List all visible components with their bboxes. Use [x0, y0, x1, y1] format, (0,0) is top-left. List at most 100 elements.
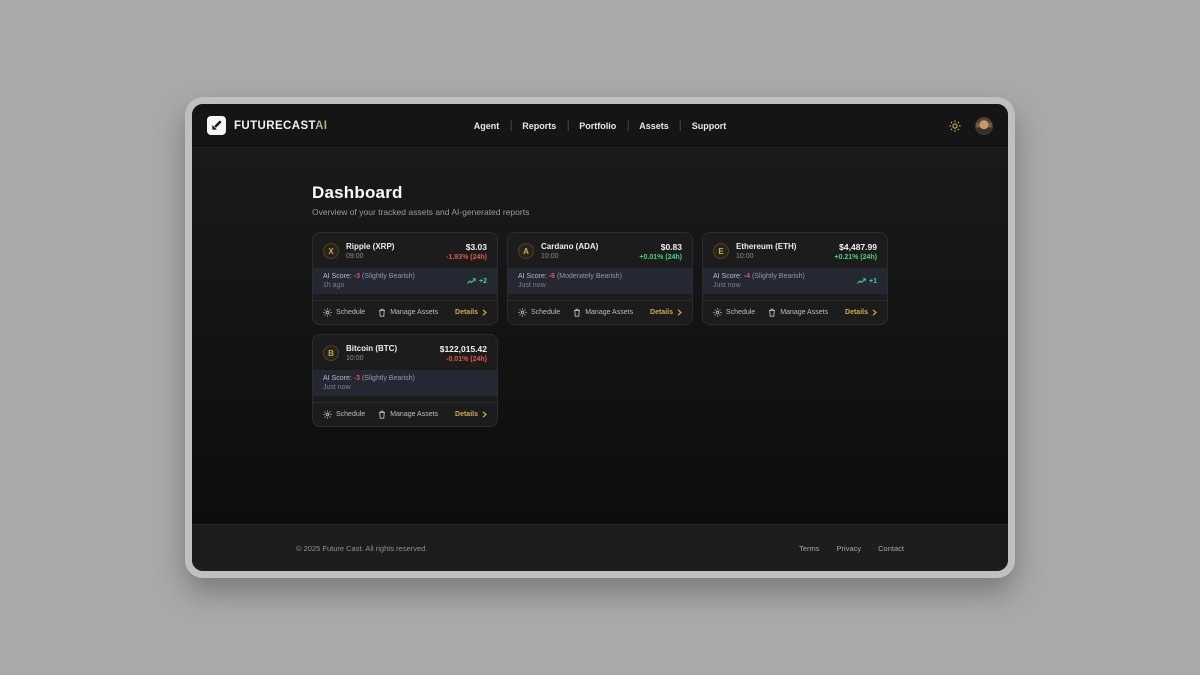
- chevron-right-icon: [482, 309, 487, 316]
- asset-time: 10:00: [346, 355, 397, 362]
- brand[interactable]: FUTURECASTAI: [207, 116, 327, 135]
- asset-card-ripple: X Ripple (XRP) 09:00 $3.03 -1.93% (24h) …: [312, 232, 498, 325]
- user-avatar[interactable]: [975, 117, 993, 135]
- trend-up-icon: [857, 278, 866, 285]
- schedule-button[interactable]: Schedule: [518, 308, 560, 317]
- asset-avatar: A: [518, 243, 534, 259]
- nav-item-agent[interactable]: Agent: [474, 121, 500, 131]
- asset-price: $3.03: [446, 242, 487, 252]
- nav-item-assets[interactable]: Assets: [639, 121, 669, 131]
- nav-item-reports[interactable]: Reports: [522, 121, 556, 131]
- asset-avatar: X: [323, 243, 339, 259]
- asset-avatar: B: [323, 345, 339, 361]
- ai-score-value: -3: [354, 375, 360, 382]
- nav-item-support[interactable]: Support: [692, 121, 727, 131]
- updated-time: 1h ago: [323, 282, 415, 289]
- details-button[interactable]: Details: [455, 411, 487, 418]
- footer-links: Terms Privacy Contact: [799, 544, 904, 553]
- header-right: [947, 117, 993, 135]
- manage-assets-button[interactable]: Manage Assets: [768, 308, 828, 317]
- asset-change: -1.93% (24h): [446, 254, 487, 261]
- manage-assets-button[interactable]: Manage Assets: [378, 308, 438, 317]
- footer-link-terms[interactable]: Terms: [799, 544, 819, 553]
- ai-score-value: -6: [549, 273, 555, 280]
- asset-time: 10:00: [541, 253, 598, 260]
- schedule-button[interactable]: Schedule: [713, 308, 755, 317]
- ai-score-label: AI Score:: [713, 273, 742, 280]
- nav-item-portfolio[interactable]: Portfolio: [579, 121, 616, 131]
- main-content: Dashboard Overview of your tracked asset…: [192, 148, 1008, 524]
- page-subtitle: Overview of your tracked assets and AI-g…: [312, 207, 888, 217]
- nav-separator: [627, 120, 628, 131]
- asset-avatar: E: [713, 243, 729, 259]
- gear-icon: [323, 308, 332, 317]
- ai-sentiment: (Slightly Bearish): [752, 273, 805, 280]
- ai-score-strip: AI Score: -3 (Slightly Bearish) 1h ago +…: [313, 268, 497, 294]
- ai-score-label: AI Score:: [518, 273, 547, 280]
- trend-badge: +1: [857, 278, 877, 285]
- asset-price: $4,487.99: [834, 242, 877, 252]
- schedule-button[interactable]: Schedule: [323, 410, 365, 419]
- asset-cards-grid: X Ripple (XRP) 09:00 $3.03 -1.93% (24h) …: [312, 232, 888, 427]
- asset-change: -0.01% (24h): [440, 356, 487, 363]
- details-button[interactable]: Details: [650, 309, 682, 316]
- asset-change: +0.21% (24h): [834, 254, 877, 261]
- theme-toggle-button[interactable]: [947, 118, 963, 134]
- details-button[interactable]: Details: [455, 309, 487, 316]
- footer-copyright: © 2025 Future Cast. All rights reserved.: [296, 544, 427, 553]
- trend-up-icon: [467, 278, 476, 285]
- chevron-right-icon: [677, 309, 682, 316]
- asset-card-cardano: A Cardano (ADA) 10:00 $0.83 +0.01% (24h)…: [507, 232, 693, 325]
- ai-score-label: AI Score:: [323, 375, 352, 382]
- app-window: FUTURECASTAI Agent Reports Portfolio Ass…: [185, 97, 1015, 578]
- asset-name: Cardano (ADA): [541, 242, 598, 251]
- trend-badge: +2: [467, 278, 487, 285]
- trash-icon: [573, 308, 581, 317]
- nav-separator: [680, 120, 681, 131]
- asset-card-ethereum: E Ethereum (ETH) 10:00 $4,487.99 +0.21% …: [702, 232, 888, 325]
- trend-value: +1: [869, 278, 877, 285]
- ai-score-strip: AI Score: -4 (Slightly Bearish) Just now…: [703, 268, 887, 294]
- gear-icon: [713, 308, 722, 317]
- asset-name: Ripple (XRP): [346, 242, 394, 251]
- asset-time: 10:00: [736, 253, 796, 260]
- manage-assets-button[interactable]: Manage Assets: [378, 410, 438, 419]
- brand-logo-icon: [207, 116, 226, 135]
- ai-score-value: -3: [354, 273, 360, 280]
- gear-icon: [323, 410, 332, 419]
- trash-icon: [768, 308, 776, 317]
- ai-sentiment: (Moderately Bearish): [557, 273, 622, 280]
- updated-time: Just now: [518, 282, 622, 289]
- asset-time: 09:00: [346, 253, 394, 260]
- ai-sentiment: (Slightly Bearish): [362, 375, 415, 382]
- trash-icon: [378, 308, 386, 317]
- trend-value: +2: [479, 278, 487, 285]
- chevron-right-icon: [872, 309, 877, 316]
- asset-card-bitcoin: B Bitcoin (BTC) 10:00 $122,015.42 -0.01%…: [312, 334, 498, 427]
- brand-name: FUTURECASTAI: [234, 120, 327, 132]
- schedule-button[interactable]: Schedule: [323, 308, 365, 317]
- details-button[interactable]: Details: [845, 309, 877, 316]
- updated-time: Just now: [713, 282, 805, 289]
- updated-time: Just now: [323, 384, 415, 391]
- nav-separator: [510, 120, 511, 131]
- ai-score-strip: AI Score: -6 (Moderately Bearish) Just n…: [508, 268, 692, 294]
- trash-icon: [378, 410, 386, 419]
- nav-separator: [567, 120, 568, 131]
- main-nav: Agent Reports Portfolio Assets Support: [474, 104, 727, 147]
- footer-link-privacy[interactable]: Privacy: [837, 544, 862, 553]
- manage-assets-button[interactable]: Manage Assets: [573, 308, 633, 317]
- asset-change: +0.01% (24h): [639, 254, 682, 261]
- ai-score-value: -4: [744, 273, 750, 280]
- ai-sentiment: (Slightly Bearish): [362, 273, 415, 280]
- app-footer: © 2025 Future Cast. All rights reserved.…: [192, 524, 1008, 571]
- ai-score-label: AI Score:: [323, 273, 352, 280]
- footer-link-contact[interactable]: Contact: [878, 544, 904, 553]
- chevron-right-icon: [482, 411, 487, 418]
- asset-name: Bitcoin (BTC): [346, 344, 397, 353]
- asset-price: $122,015.42: [440, 344, 487, 354]
- asset-name: Ethereum (ETH): [736, 242, 796, 251]
- page-title: Dashboard: [312, 183, 888, 203]
- sun-icon: [949, 120, 961, 132]
- app-header: FUTURECASTAI Agent Reports Portfolio Ass…: [192, 104, 1008, 148]
